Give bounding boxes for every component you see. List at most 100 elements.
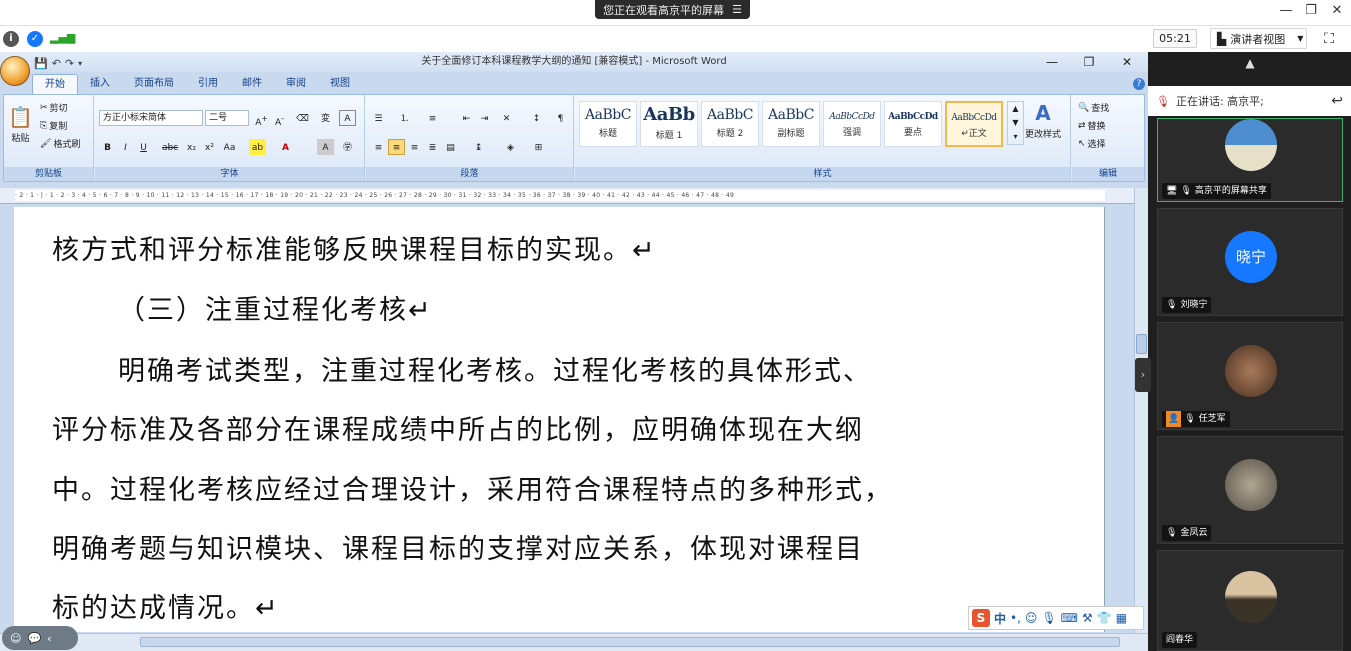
change-styles-button[interactable]: A 更改样式 [1025,101,1061,140]
find-button[interactable]: 🔍 查找 [1078,101,1109,115]
reply-icon[interactable]: ↩ [1331,93,1343,109]
tab-view[interactable]: 视图 [318,74,362,94]
tools-icon[interactable]: ⚒ [1082,611,1093,625]
ime-mode-label[interactable]: 中 [994,610,1006,627]
word-minimize-icon[interactable]: — [1040,54,1064,70]
grid-icon[interactable]: ▦ [1116,611,1127,625]
shield-icon[interactable]: ✓ [27,31,43,47]
shading-icon[interactable]: ◈ [502,139,519,155]
bold-icon[interactable]: B [99,139,116,155]
participant-tile[interactable]: 🎙 金凤云 [1157,436,1343,544]
presenter-view-button[interactable]: ▙ 演讲者视图 ▼ [1210,28,1307,49]
undo-icon[interactable]: ↶ [52,57,61,70]
microphone-icon[interactable]: 🎙 [1041,611,1056,625]
style-emphasis[interactable]: AaBbCcDd 强调 [823,101,881,147]
paste-button[interactable]: 📋 粘贴 [8,105,33,144]
participant-tile[interactable]: 晓宁 🎙 刘晓宁 [1157,208,1343,316]
tab-home[interactable]: 开始 [32,74,78,94]
subscript-icon[interactable]: x₂ [183,139,200,155]
fullscreen-icon[interactable]: ⛶ [1320,30,1338,48]
style-heading2[interactable]: AaBbC 标题 2 [701,101,759,147]
info-icon[interactable]: i [3,31,19,47]
skin-icon[interactable]: 👕 [1097,611,1112,625]
punctuation-icon[interactable]: •, [1010,611,1021,625]
vertical-scrollbar[interactable] [1134,188,1148,633]
save-icon[interactable]: 💾 [34,57,48,70]
bullets-icon[interactable]: ☰ [370,110,387,126]
tab-references[interactable]: 引用 [186,74,230,94]
style-normal[interactable]: AaBbCcDd ↵正文 [945,101,1003,147]
align-right-icon[interactable]: ≡ [406,139,423,155]
increase-indent-icon[interactable]: ⇥ [476,110,493,126]
chevron-left-icon[interactable]: ‹ [47,632,51,645]
select-button[interactable]: ↖ 选择 [1078,137,1106,151]
restore-icon[interactable]: ❐ [1303,3,1319,19]
tab-page-layout[interactable]: 页面布局 [122,74,186,94]
copy-button[interactable]: ⎘ 复制 [40,119,67,133]
italic-icon[interactable]: I [117,139,134,155]
distributed-icon[interactable]: ▤ [442,139,459,155]
grow-font-icon[interactable]: A+ [253,110,270,128]
strikethrough-icon[interactable]: abc [161,139,178,155]
keyboard-icon[interactable]: ⌨ [1061,611,1078,625]
participant-tile[interactable]: 🖥 🎙 高京平的屏幕共享 [1157,118,1343,202]
chat-controls[interactable]: ☺ 💬 ‹ [2,626,78,650]
clear-format-icon[interactable]: ⌫ [294,110,311,126]
emoji-icon[interactable]: ☺ [1025,611,1038,625]
chat-icon[interactable]: 💬 [27,632,41,645]
office-button[interactable] [0,56,30,86]
format-painter-button[interactable]: 🖌 格式刷 [40,137,80,151]
justify-icon[interactable]: ≣ [424,139,441,155]
h-scroll-thumb[interactable] [140,637,1120,647]
show-marks-icon[interactable]: ¶ [552,110,569,126]
minimize-icon[interactable]: — [1278,3,1294,19]
highlight-icon[interactable]: ab [249,139,266,155]
styles-scroll-icon[interactable]: ▲ ▼ ▾ [1007,101,1024,145]
char-shading-icon[interactable]: A [317,139,334,155]
chinese-layout-icon[interactable]: ✕ [498,110,515,126]
sogou-icon[interactable]: S [972,609,990,627]
help-icon[interactable]: ? [1133,78,1145,90]
style-subtitle[interactable]: AaBbC 副标题 [762,101,820,147]
signal-icon[interactable]: ▂▄▆ [50,31,75,47]
superscript-icon[interactable]: x² [201,139,218,155]
word-restore-icon[interactable]: ❐ [1077,54,1101,70]
shrink-font-icon[interactable]: A- [271,110,288,128]
sort-icon[interactable]: ↕ [528,110,545,126]
decrease-indent-icon[interactable]: ⇤ [458,110,475,126]
word-close-icon[interactable]: ✕ [1115,54,1139,70]
horizontal-scrollbar[interactable] [0,633,1148,651]
chevron-right-icon[interactable]: › [1135,358,1151,392]
cut-button[interactable]: ✂ 剪切 [40,101,68,115]
style-title[interactable]: AaBbC 标题 [579,101,637,147]
font-size-select[interactable]: 二号 [205,110,249,126]
enclose-char-icon[interactable]: ㊫ [339,139,356,155]
change-case-icon[interactable]: Aa [221,139,238,155]
share-banner[interactable]: 您正在观看高京平的屏幕 ☰ [595,0,750,19]
align-left-icon[interactable]: ≡ [370,139,387,155]
replace-button[interactable]: ⇄ 替换 [1078,119,1106,133]
tab-review[interactable]: 审阅 [274,74,318,94]
ime-toolbar[interactable]: S 中 •, ☺ 🎙 ⌨ ⚒ 👕 ▦ [968,606,1144,630]
chevron-up-icon[interactable]: ▲ [1240,56,1260,70]
style-heading1[interactable]: AaBb 标题 1 [640,101,698,147]
style-strong[interactable]: AaBbCcDd 要点 [884,101,942,147]
participant-tile[interactable]: 阎春华 [1157,550,1343,651]
emoji-icon[interactable]: ☺ [10,632,21,645]
align-center-icon[interactable]: ≡ [388,139,405,155]
redo-icon[interactable]: ↷ [65,57,74,70]
underline-icon[interactable]: U [135,139,152,155]
scroll-thumb[interactable] [1136,334,1147,354]
participant-tile[interactable]: 👤 🎙 任芝军 [1157,322,1343,430]
close-icon[interactable]: ✕ [1329,3,1345,19]
menu-icon[interactable]: ☰ [732,3,742,16]
phonetic-icon[interactable]: 変 [317,110,334,126]
numbering-icon[interactable]: ⒈ [396,110,413,126]
line-spacing-icon[interactable]: ↨ [470,139,487,155]
chevron-down-icon[interactable]: ▾ [78,59,82,68]
font-name-select[interactable]: 方正小标宋简体 [99,110,203,126]
tab-mailings[interactable]: 邮件 [230,74,274,94]
font-color-icon[interactable]: A [277,139,294,155]
tab-insert[interactable]: 插入 [78,74,122,94]
multilevel-list-icon[interactable]: ≡ [424,110,441,126]
